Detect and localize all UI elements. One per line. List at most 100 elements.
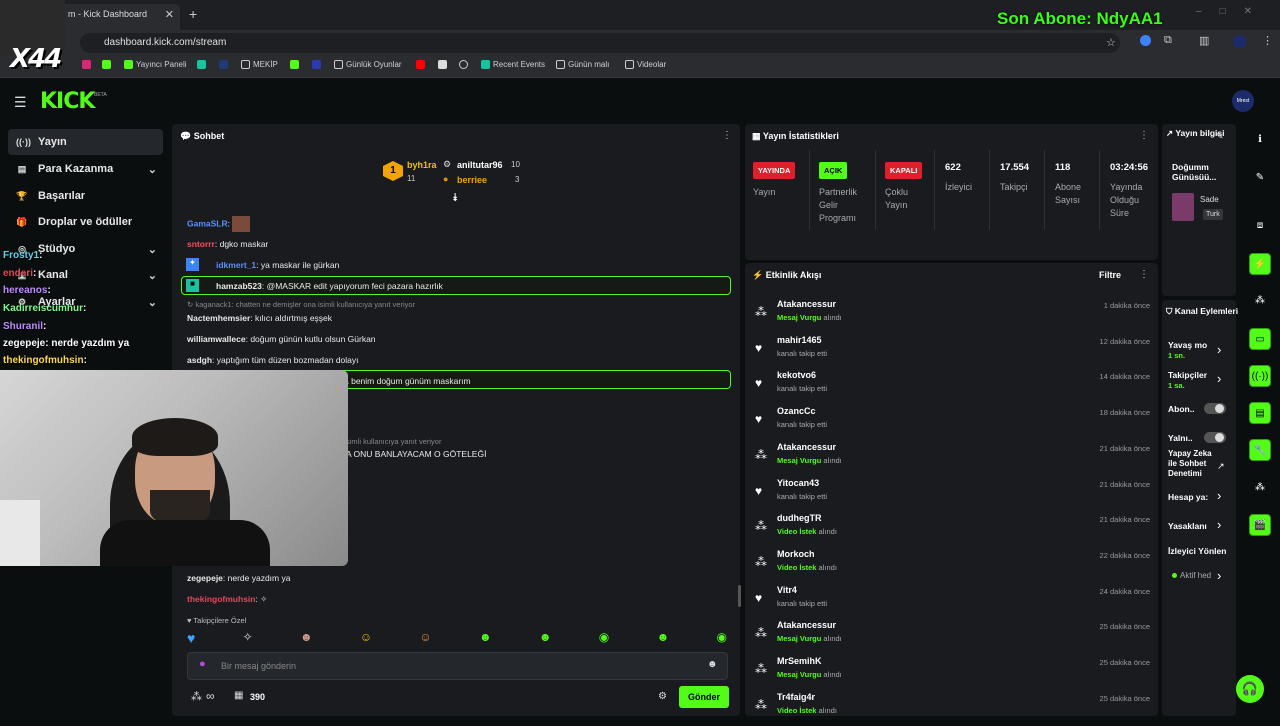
sub-mode-toggle[interactable] bbox=[1204, 403, 1226, 414]
bookmark-icon-youtube[interactable] bbox=[416, 60, 425, 69]
emoji-icon[interactable]: ☻ bbox=[707, 659, 718, 670]
heart-emote-icon[interactable]: ♥ bbox=[187, 630, 195, 648]
nav-item-para-kazanma[interactable]: ▤ Para Kazanma ⌄ bbox=[8, 156, 163, 182]
bookmark-icon-app[interactable] bbox=[197, 60, 206, 69]
activity-user[interactable]: Yitocan43 bbox=[777, 478, 819, 488]
drops-icon[interactable]: ⁂ bbox=[1249, 290, 1271, 312]
activity-user[interactable]: kekotvo6 bbox=[777, 370, 816, 380]
bookmark-gunluk-oyunlar[interactable]: Günlük Oyunlar bbox=[334, 60, 402, 69]
bookmark-mekip[interactable]: MEKİP bbox=[241, 60, 278, 69]
chat-settings-icon[interactable]: ⚙ bbox=[658, 691, 667, 702]
drops-icon[interactable]: ⁂ bbox=[1249, 477, 1271, 499]
user-avatar[interactable]: Mrest bbox=[1232, 90, 1254, 112]
activity-item[interactable]: ⁂ Tr4faig4r Video İstek alındı 25 dakika ön… bbox=[755, 692, 1150, 726]
bookmark-icon-game[interactable] bbox=[438, 60, 447, 69]
activity-item[interactable]: ⁂ Atakancessur Mesaj Vurgu alındı 25 dakika… bbox=[755, 620, 1150, 654]
chat-scrollbar[interactable] bbox=[738, 585, 741, 607]
clapper-icon[interactable]: 🎬 bbox=[1249, 514, 1271, 536]
url-field[interactable]: dashboard.kick.com/stream bbox=[80, 33, 1120, 53]
microphone-icon[interactable]: ● bbox=[199, 658, 206, 670]
bookmark-icon-kick-2[interactable] bbox=[290, 60, 299, 69]
emote-icon[interactable]: ◉ bbox=[716, 630, 726, 648]
collapse-icon[interactable]: ⯯ bbox=[452, 192, 459, 205]
filter-button[interactable]: Filtre bbox=[1099, 270, 1121, 280]
activity-item[interactable]: ♥ Yitocan43 kanalı takip etti 21 dakika önc… bbox=[755, 478, 1150, 512]
message-input[interactable]: Bir mesaj gönderin bbox=[221, 661, 296, 671]
drops-icon[interactable]: ⁂ bbox=[191, 690, 202, 703]
browser-tab[interactable]: m - Kick Dashboard ✕ bbox=[60, 4, 180, 30]
edit-icon[interactable]: ✎ bbox=[1216, 131, 1224, 142]
info-icon[interactable]: ℹ bbox=[1249, 129, 1271, 151]
crop-icon[interactable]: ⧈ bbox=[1249, 215, 1271, 237]
emote-icon[interactable]: ☺ bbox=[419, 630, 431, 648]
activity-user[interactable]: MrSemihK bbox=[777, 656, 822, 666]
activity-user[interactable]: Atakancessur bbox=[777, 299, 836, 309]
bookmark-star-icon[interactable]: ☆ bbox=[1106, 36, 1116, 49]
emote-icon[interactable]: ☻ bbox=[657, 630, 670, 648]
activity-user[interactable]: Atakancessur bbox=[777, 442, 836, 452]
activity-item[interactable]: ⁂ Atakancessur Mesaj Vurgu alındı 1 dakika … bbox=[755, 299, 1150, 333]
send-button[interactable]: Gönder bbox=[679, 686, 729, 708]
close-tab-icon[interactable]: ✕ bbox=[165, 8, 174, 21]
emote-icon[interactable]: ☻ bbox=[479, 630, 492, 648]
top-chatter-1[interactable]: byh1ra bbox=[407, 160, 437, 170]
sidebar-toggle-icon[interactable]: ▥ bbox=[1199, 34, 1209, 47]
activity-user[interactable]: Atakancessur bbox=[777, 620, 836, 630]
external-link-icon[interactable]: ↗ bbox=[1217, 461, 1225, 472]
puzzle-icon[interactable]: ⧉ bbox=[1164, 34, 1172, 47]
bookmark-gunun-mali[interactable]: Günün malı bbox=[556, 60, 609, 69]
activity-menu-icon[interactable]: ⋮ bbox=[1139, 269, 1149, 280]
chevron-right-icon[interactable]: › bbox=[1217, 371, 1221, 386]
nav-item-droplar[interactable]: 🎁 Droplar ve ödüller bbox=[8, 209, 163, 235]
hamburger-menu-icon[interactable]: ☰ bbox=[14, 94, 27, 111]
chat-menu-icon[interactable]: ⋮ bbox=[722, 130, 732, 141]
emote-icon[interactable]: ☺ bbox=[360, 630, 372, 648]
bookmark-videolar[interactable]: Videolar bbox=[625, 60, 666, 69]
activity-item[interactable]: ⁂ MrSemihK Mesaj Vurgu alındı 25 dakika önc… bbox=[755, 656, 1150, 690]
activity-item[interactable]: ⁂ Morkoch Video İstek alındı 22 dakika önce bbox=[755, 549, 1150, 583]
bookmark-icon-blue[interactable] bbox=[312, 60, 321, 69]
emote-icon[interactable]: ☻ bbox=[300, 630, 313, 648]
top-chatter-2[interactable]: aniltutar96 bbox=[457, 160, 503, 170]
activity-user[interactable]: Tr4faig4r bbox=[777, 692, 815, 702]
emote-mode-toggle[interactable] bbox=[1204, 432, 1226, 443]
chevron-right-icon[interactable]: › bbox=[1217, 488, 1221, 503]
bookmark-icon-instagram[interactable] bbox=[82, 60, 91, 69]
database-icon[interactable]: ▤ bbox=[1249, 402, 1271, 424]
activity-item[interactable]: ♥ Vitr4 kanalı takip etti 24 dakika önce bbox=[755, 585, 1150, 619]
pencil-icon[interactable]: ✎ bbox=[1249, 167, 1271, 189]
bookmark-recent-events[interactable]: Recent Events bbox=[481, 60, 545, 69]
emote-icon[interactable]: ☻ bbox=[539, 630, 552, 648]
activity-user[interactable]: Morkoch bbox=[777, 549, 815, 559]
emote-icon[interactable]: ◉ bbox=[599, 630, 609, 648]
activity-item[interactable]: ♥ mahir1465 kanalı takip etti 12 dakika önc… bbox=[755, 335, 1150, 369]
emote-icon[interactable]: ✧ bbox=[243, 630, 253, 648]
broadcast-icon[interactable]: ((·)) bbox=[1249, 365, 1271, 387]
activity-item[interactable]: ♥ kekotvo6 kanalı takip etti 14 dakika önce bbox=[755, 370, 1150, 404]
activity-user[interactable]: mahir1465 bbox=[777, 335, 822, 345]
activity-item[interactable]: ⁂ Atakancessur Mesaj Vurgu alındı 21 dakika… bbox=[755, 442, 1150, 476]
store-icon[interactable]: ▦ bbox=[234, 690, 243, 701]
kick-logo[interactable]: KICK bbox=[40, 89, 95, 114]
window-controls[interactable]: –□✕ bbox=[1196, 6, 1270, 17]
profile-avatar-icon[interactable] bbox=[1233, 35, 1246, 48]
category-thumbnail[interactable] bbox=[1172, 193, 1194, 221]
nav-item-yayin[interactable]: ((·)) Yayın bbox=[8, 129, 163, 155]
chevron-right-icon[interactable]: › bbox=[1217, 517, 1221, 532]
activity-item[interactable]: ♥ OzancCc kanalı takip etti 18 dakika önce bbox=[755, 406, 1150, 440]
bookmark-icon-kick[interactable] bbox=[102, 60, 111, 69]
top-chatter-3[interactable]: berriee bbox=[457, 175, 487, 185]
bookmark-yayinci-paneli[interactable]: Yayıncı Paneli bbox=[124, 60, 187, 69]
chat-icon[interactable]: ▭ bbox=[1249, 328, 1271, 350]
bookmark-icon-prime[interactable] bbox=[219, 60, 228, 69]
support-icon[interactable]: 🎧 bbox=[1236, 675, 1264, 703]
lightning-icon[interactable]: ⚡ bbox=[1249, 253, 1271, 275]
activity-user[interactable]: Vitr4 bbox=[777, 585, 797, 595]
activity-item[interactable]: ⁂ dudhegTR Video İstek alındı 21 dakika önc… bbox=[755, 513, 1150, 547]
activity-user[interactable]: dudhegTR bbox=[777, 513, 822, 523]
extension-icon[interactable] bbox=[1140, 35, 1151, 46]
nav-item-basarilar[interactable]: 🏆 Başarılar bbox=[8, 183, 163, 209]
wrench-icon[interactable]: 🔧 bbox=[1249, 439, 1271, 461]
activity-user[interactable]: OzancCc bbox=[777, 406, 816, 416]
stats-menu-icon[interactable]: ⋮ bbox=[1139, 130, 1149, 141]
